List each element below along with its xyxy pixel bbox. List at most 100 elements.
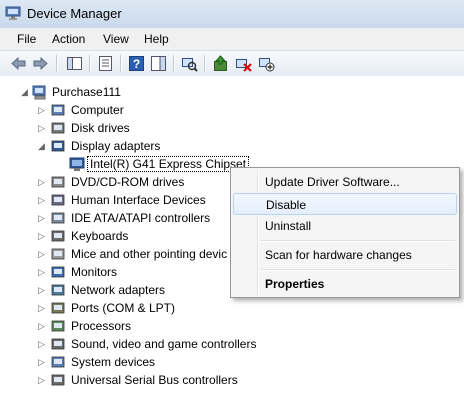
window-title: Device Manager — [27, 6, 122, 21]
tree-category[interactable]: ▷ IDE ATA/ATAPI controllers — [0, 209, 240, 227]
disable-icon[interactable] — [258, 55, 275, 72]
tree-category[interactable]: ◢ Display adapters — [0, 137, 240, 155]
expand-arrow-icon[interactable]: ▷ — [38, 213, 46, 223]
collapse-arrow-icon[interactable]: ◢ — [21, 87, 29, 97]
show-hide-action-pane-icon[interactable] — [150, 55, 167, 72]
ide-controller-icon — [51, 212, 65, 224]
display-adapter-icon — [69, 157, 85, 171]
tree-category-label: System devices — [71, 355, 156, 369]
device-manager-icon — [5, 6, 21, 20]
context-item-properties[interactable]: Properties — [233, 273, 457, 295]
context-menu-separator — [261, 240, 455, 242]
forward-icon[interactable] — [32, 55, 49, 72]
toolbar-separator — [89, 55, 91, 72]
back-icon[interactable] — [10, 55, 27, 72]
tree-category[interactable]: ▷ Disk drives — [0, 119, 240, 137]
tree-category[interactable]: ▷ Processors — [0, 317, 240, 335]
tree-root[interactable]: ◢ Purchase111 — [0, 83, 230, 101]
expand-arrow-icon[interactable]: ▷ — [38, 249, 46, 259]
expand-arrow-icon[interactable]: ▷ — [38, 303, 46, 313]
menu-file[interactable]: File — [17, 32, 36, 46]
tree-category[interactable]: ▷ Human Interface Devices — [0, 191, 240, 209]
expand-arrow-icon[interactable]: ▷ — [38, 231, 46, 241]
system-device-icon — [51, 356, 65, 368]
toolbar-separator — [56, 55, 58, 72]
tree-category[interactable]: ▷ Ports (COM & LPT) — [0, 299, 240, 317]
uninstall-icon[interactable] — [235, 55, 252, 72]
context-item-uninstall[interactable]: Uninstall — [233, 215, 457, 237]
menu-help[interactable]: Help — [144, 32, 169, 46]
expand-arrow-icon[interactable]: ▷ — [38, 105, 46, 115]
expand-arrow-icon[interactable]: ▷ — [38, 177, 46, 187]
context-item-scan[interactable]: Scan for hardware changes — [233, 244, 457, 266]
expand-arrow-icon[interactable]: ▷ — [38, 321, 46, 331]
tree-category[interactable]: ▷ System devices — [0, 353, 240, 371]
tree-category-label: Network adapters — [71, 283, 166, 297]
tree-root-label: Purchase111 — [52, 85, 121, 99]
menu-action[interactable]: Action — [52, 32, 85, 46]
context-item-update-driver[interactable]: Update Driver Software... — [233, 171, 457, 193]
tree-category-label: Sound, video and game controllers — [71, 337, 257, 351]
mouse-icon — [51, 248, 65, 260]
selected-device-label: Intel(R) G41 Express Chipset — [87, 156, 250, 172]
computer-icon — [32, 85, 46, 100]
toolbar-separator — [120, 55, 122, 72]
context-item-label: Properties — [265, 277, 325, 291]
tree-category-label: Monitors — [71, 265, 118, 279]
help-icon[interactable]: ? — [128, 55, 145, 72]
context-item-label: Update Driver Software... — [265, 175, 400, 189]
hid-icon — [51, 194, 65, 206]
tree-category[interactable]: ▷ DVD/CD-ROM drives — [0, 173, 240, 191]
processor-icon — [51, 320, 65, 332]
tree-category[interactable]: ▷ Mice and other pointing devic — [0, 245, 240, 263]
context-item-label: Scan for hardware changes — [265, 248, 412, 262]
context-item-label: Uninstall — [265, 219, 312, 233]
tree-category-label: IDE ATA/ATAPI controllers — [71, 211, 211, 225]
toolbar-separator — [204, 55, 206, 72]
tree-category-label: Processors — [71, 319, 132, 333]
context-item-label: Disable — [266, 198, 307, 212]
menu-view[interactable]: View — [103, 32, 129, 46]
context-menu: Update Driver Software... Disable Uninst… — [230, 167, 460, 298]
port-icon — [51, 302, 65, 314]
usb-icon — [51, 374, 65, 386]
disk-drive-icon — [51, 122, 65, 134]
tree-category[interactable]: ▷ Computer — [0, 101, 240, 119]
expand-arrow-icon[interactable]: ▷ — [38, 267, 46, 277]
toolbar-separator — [173, 55, 175, 72]
tree-category[interactable]: ▷ Network adapters — [0, 281, 240, 299]
tree-category[interactable]: ▷ Monitors — [0, 263, 240, 281]
computer-icon — [51, 104, 65, 116]
tree-category-label: Mice and other pointing devic — [71, 247, 228, 261]
show-hide-console-tree-icon[interactable] — [66, 55, 83, 72]
expand-arrow-icon[interactable]: ▷ — [38, 285, 46, 295]
tree-category[interactable]: ▷ Keyboards — [0, 227, 240, 245]
sound-icon — [51, 338, 65, 350]
expand-arrow-icon[interactable]: ▷ — [38, 375, 46, 385]
display-adapter-icon — [51, 140, 65, 152]
tree-category-label: DVD/CD-ROM drives — [71, 175, 185, 189]
svg-text:?: ? — [133, 57, 140, 71]
dvd-drive-icon — [51, 176, 65, 188]
tree-category[interactable]: ▷ Sound, video and game controllers — [0, 335, 256, 353]
context-item-disable[interactable]: Disable — [233, 193, 457, 215]
update-driver-icon[interactable] — [212, 55, 229, 72]
tree-category-label: Universal Serial Bus controllers — [71, 373, 238, 387]
tree-category[interactable]: ▷ Universal Serial Bus controllers — [0, 371, 240, 389]
expand-arrow-icon[interactable]: ▷ — [38, 195, 46, 205]
expand-arrow-icon[interactable]: ▷ — [38, 123, 46, 133]
properties-icon[interactable] — [97, 55, 114, 72]
tree-category-label: Ports (COM & LPT) — [71, 301, 176, 315]
menu-bar: File Action View Help — [0, 28, 464, 50]
title-bar: Device Manager — [0, 0, 464, 29]
scan-hardware-icon[interactable] — [181, 55, 198, 72]
tree-category-label: Disk drives — [71, 121, 130, 135]
collapse-arrow-icon[interactable]: ◢ — [38, 141, 46, 151]
context-menu-separator — [261, 269, 455, 271]
tree-category-label: Keyboards — [71, 229, 129, 243]
tree-category-label: Display adapters — [71, 139, 161, 153]
toolbar: ? — [0, 50, 464, 77]
expand-arrow-icon[interactable]: ▷ — [38, 339, 46, 349]
expand-arrow-icon[interactable]: ▷ — [38, 357, 46, 367]
keyboard-icon — [51, 230, 65, 242]
